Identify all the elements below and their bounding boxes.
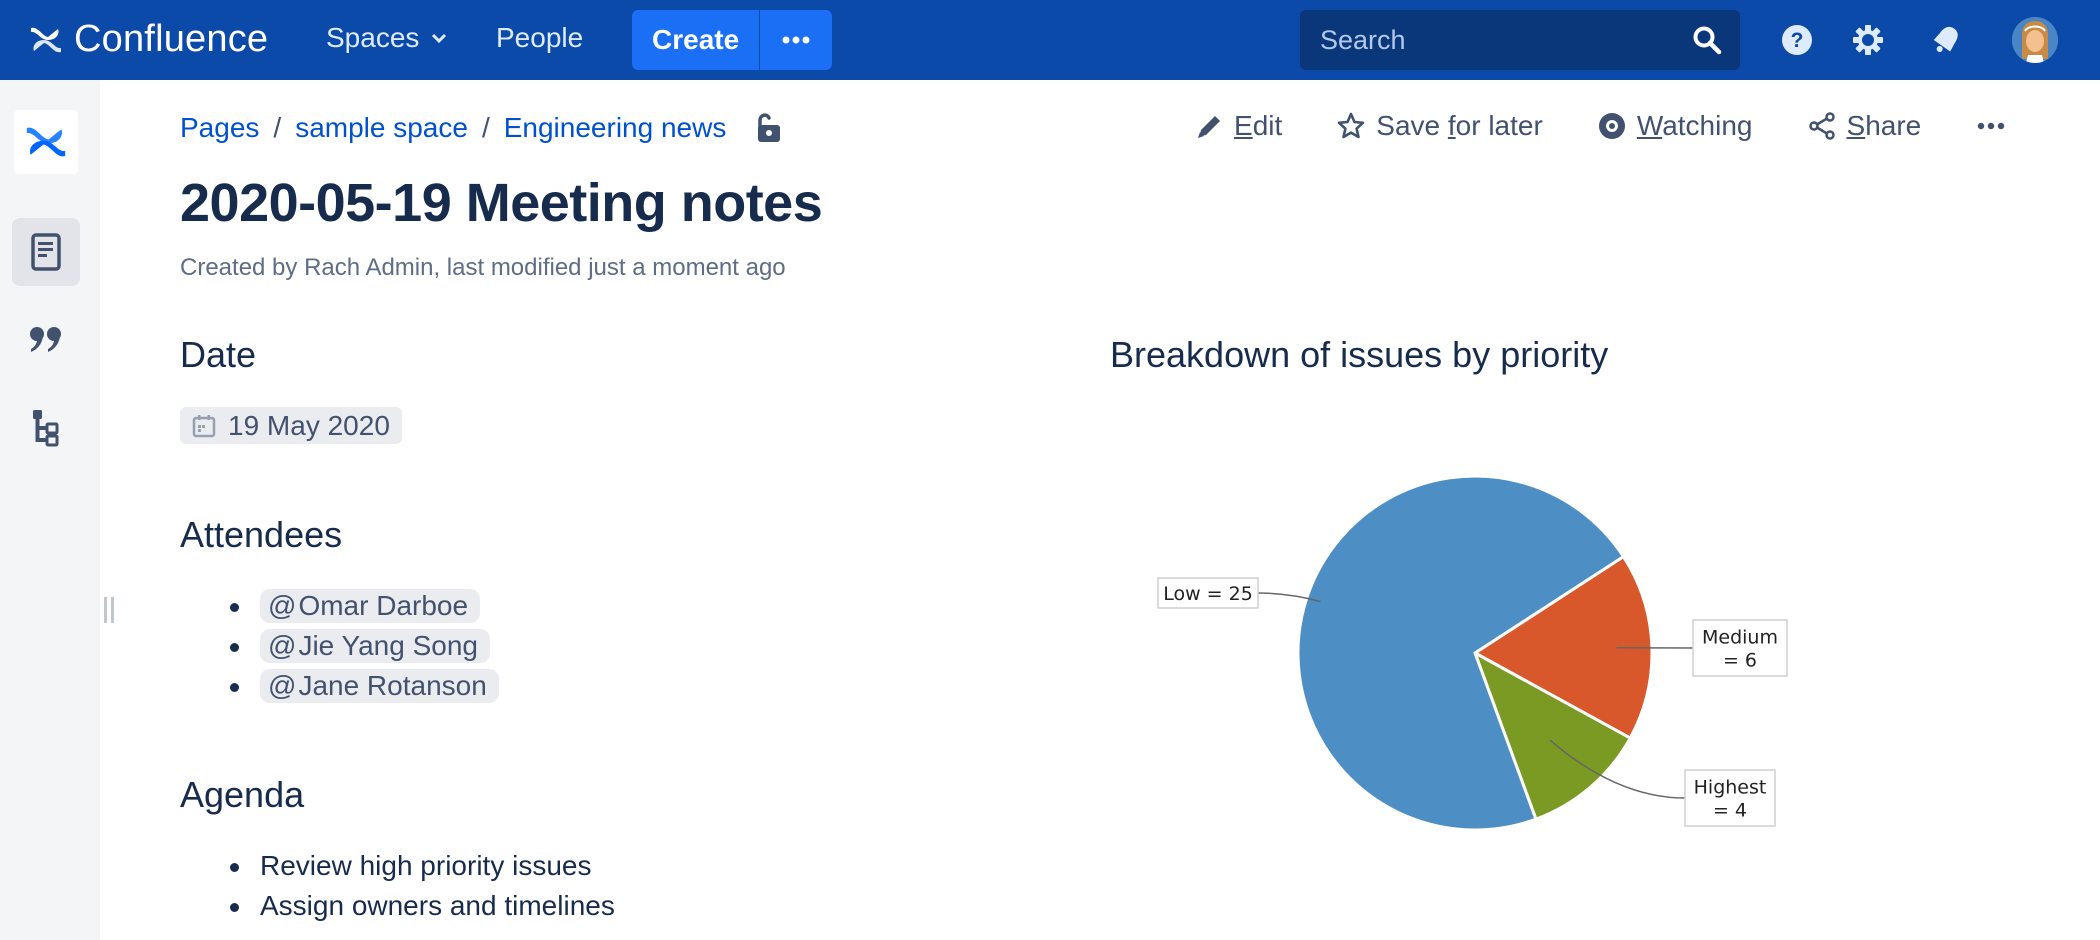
sidebar-item-page-tree[interactable]	[12, 394, 80, 462]
pie-data-label-medium: Medium	[1702, 627, 1778, 649]
hierarchy-icon	[33, 410, 59, 447]
attendee-item: @Omar Darboe	[180, 586, 499, 626]
star-icon	[1337, 112, 1365, 139]
sidebar-item-pages[interactable]	[12, 218, 80, 286]
share-icon	[1808, 112, 1835, 140]
page-title: 2020-05-19 Meeting notes	[180, 173, 823, 233]
attendee-item: @Jane Rotanson	[180, 666, 499, 706]
quote-icon	[30, 327, 61, 352]
space-logo[interactable]	[14, 110, 78, 174]
search-box	[1300, 10, 1740, 70]
calendar-icon	[192, 414, 216, 437]
priority-pie-chart: Medium = 6 Highest = 4 Low = 25	[1100, 440, 1860, 860]
more-icon	[782, 36, 810, 44]
avatar-image	[2012, 17, 2058, 63]
space-sidebar	[0, 80, 100, 940]
notifications-button[interactable]	[1926, 20, 1966, 60]
watching-button[interactable]: Watching	[1597, 110, 1753, 142]
page-byline: Created by Rach Admin, last modified jus…	[180, 254, 786, 281]
attendees-heading: Attendees	[180, 514, 343, 555]
breadcrumb-parent-page[interactable]: Engineering news	[504, 112, 727, 144]
search-icon[interactable]	[1692, 25, 1722, 55]
create-button[interactable]: Create	[632, 10, 761, 70]
user-mention[interactable]: @Jie Yang Song	[260, 629, 490, 663]
pie-data-label-low: Low = 25	[1163, 583, 1253, 605]
breadcrumb: Pages / sample space / Engineering news	[180, 112, 782, 144]
people-label: People	[496, 22, 584, 53]
spaces-menu[interactable]: Spaces	[326, 22, 447, 54]
restrictions-button[interactable]	[754, 112, 782, 144]
confluence-space-icon	[26, 127, 66, 157]
pencil-icon	[1198, 116, 1220, 138]
pie-data-label-highest: = 4	[1713, 800, 1747, 822]
page-actions: Edit Save for later Watching Share	[1196, 110, 2005, 142]
settings-button[interactable]	[1848, 20, 1888, 60]
notifications-icon	[1933, 26, 1958, 53]
page-icon	[31, 233, 61, 271]
eye-icon	[1598, 113, 1625, 139]
watching-label: Watching	[1636, 110, 1753, 141]
breadcrumb-separator: /	[481, 112, 490, 143]
create-button-group: Create	[632, 10, 833, 70]
svg-text:?: ?	[1791, 29, 1804, 52]
pie-data-label-highest: Highest	[1694, 777, 1767, 799]
settings-icon	[1853, 25, 1883, 55]
edit-label: Edit	[1234, 110, 1283, 141]
sidebar-item-blog[interactable]	[12, 306, 80, 374]
save-for-later-label: Save for later	[1376, 110, 1543, 141]
help-icon: ?	[1782, 25, 1812, 55]
user-mention[interactable]: @Omar Darboe	[260, 589, 481, 623]
breadcrumb-space[interactable]: sample space	[295, 112, 468, 144]
user-avatar[interactable]	[2012, 17, 2058, 63]
confluence-logo-icon	[31, 27, 61, 52]
user-mention[interactable]: @Jane Rotanson	[260, 669, 499, 703]
attendee-item: @Jie Yang Song	[180, 626, 499, 666]
create-more-button[interactable]	[760, 10, 833, 70]
agenda-item: Assign owners and timelines	[180, 886, 615, 926]
save-for-later-button[interactable]: Save for later	[1336, 110, 1543, 142]
brand-name: Confluence	[74, 18, 269, 60]
agenda-item: Review high priority issues	[180, 846, 615, 886]
date-lozenge[interactable]: 19 May 2020	[180, 407, 402, 444]
help-button[interactable]: ?	[1777, 20, 1817, 60]
confluence-logo[interactable]: Confluence	[28, 18, 268, 61]
attendees-list: @Omar Darboe @Jie Yang Song @Jane Rotans…	[180, 586, 499, 706]
chart-heading: Breakdown of issues by priority	[1110, 334, 1609, 375]
share-button[interactable]: Share	[1807, 110, 1922, 142]
share-label: Share	[1846, 110, 1922, 141]
chevron-down-icon	[432, 33, 447, 44]
breadcrumb-separator: /	[273, 112, 282, 143]
agenda-list: Review high priority issues Assign owner…	[180, 846, 615, 926]
sidebar-resize-handle[interactable]	[104, 597, 114, 623]
date-value: 19 May 2020	[228, 409, 390, 441]
search-input[interactable]	[1320, 24, 1692, 56]
agenda-heading: Agenda	[180, 774, 305, 815]
pie-data-label-medium: = 6	[1723, 650, 1757, 672]
top-navigation: Confluence Spaces People Create ?	[0, 0, 2100, 80]
unlocked-icon	[758, 113, 781, 142]
edit-button[interactable]: Edit	[1196, 110, 1282, 142]
more-icon	[1978, 122, 2005, 130]
more-actions-button[interactable]	[1977, 122, 2005, 130]
breadcrumb-pages[interactable]: Pages	[180, 112, 259, 144]
spaces-label: Spaces	[326, 22, 420, 53]
people-link[interactable]: People	[496, 22, 583, 54]
date-heading: Date	[180, 334, 257, 375]
pie-chart-svg: Medium= 6 Highest= 4 Low = 25	[1157, 474, 1788, 832]
